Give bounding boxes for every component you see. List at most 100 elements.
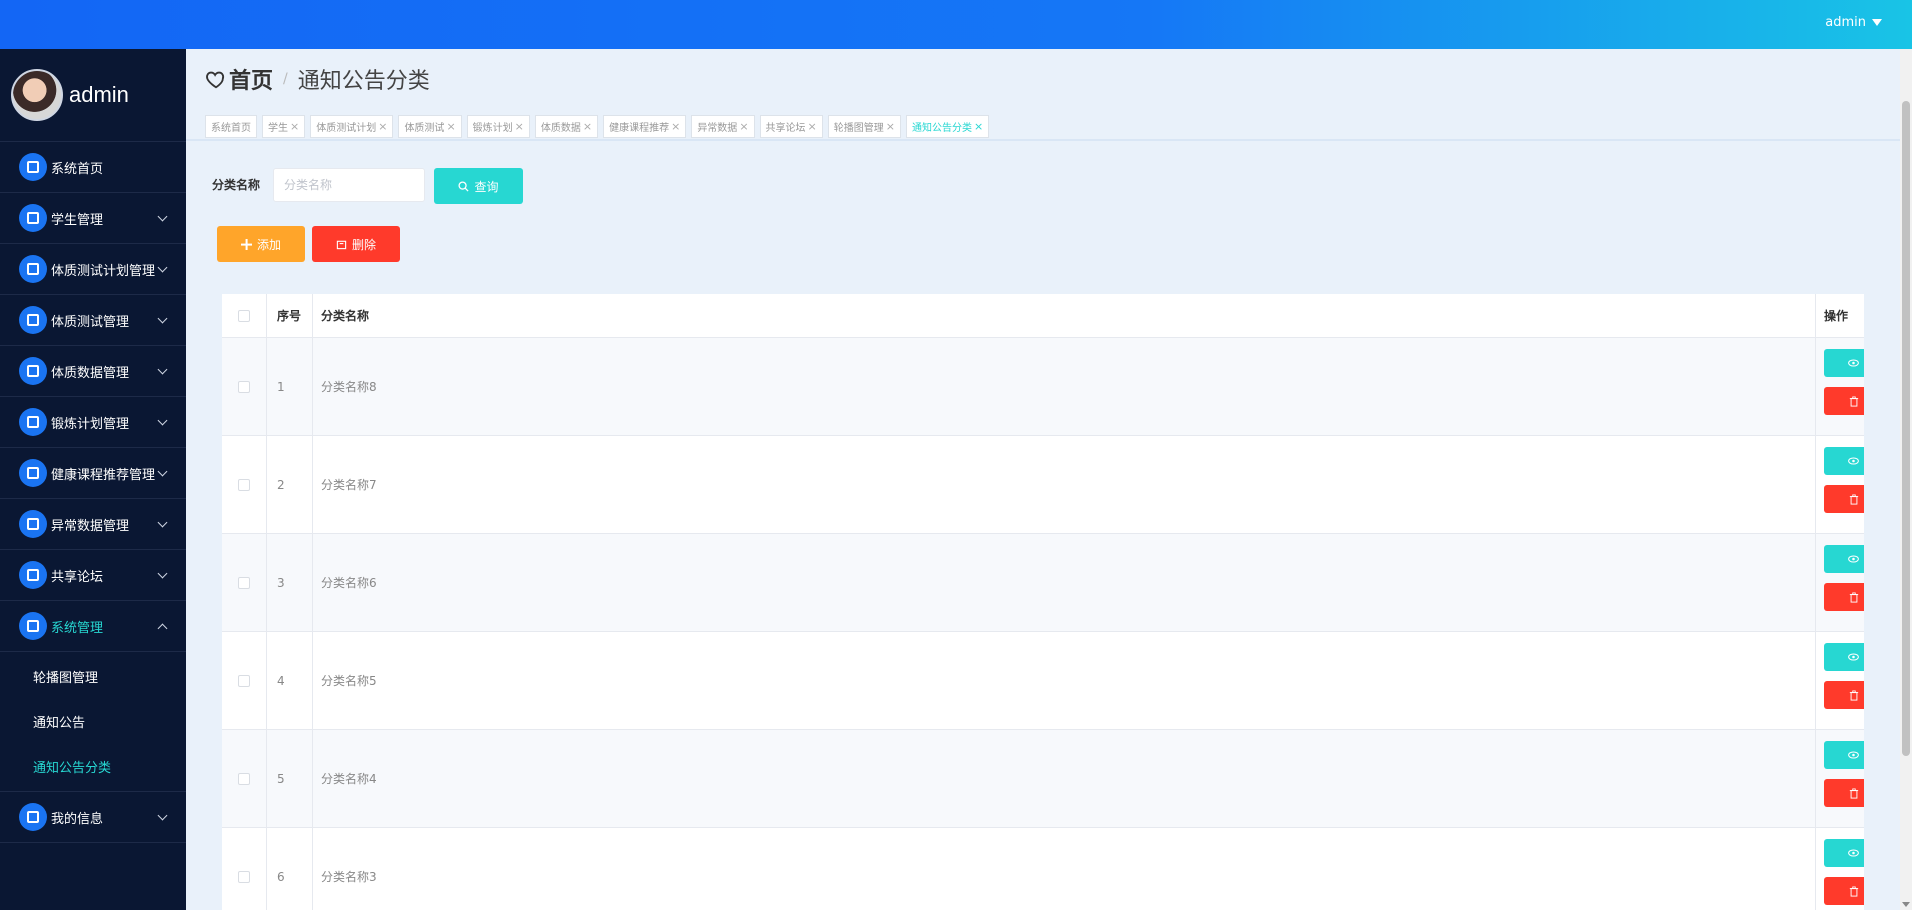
delete-button[interactable]: 删除 — [1824, 583, 1864, 611]
chevron-down-icon — [157, 262, 168, 273]
delete-button[interactable]: 删除 — [1824, 779, 1864, 807]
tab[interactable]: 共享论坛 × — [759, 114, 823, 138]
tab-label: 体质测试计划 — [316, 122, 377, 134]
book-icon — [19, 204, 47, 232]
delete-button[interactable]: 删除 — [1824, 485, 1864, 513]
close-icon[interactable]: × — [886, 120, 895, 133]
tab[interactable]: 体质测试 × — [398, 114, 462, 138]
select-all-checkbox[interactable] — [238, 309, 250, 322]
sidebar-item[interactable]: 健康课程推荐管理 — [0, 448, 186, 499]
sidebar-item[interactable]: 系统管理 — [0, 601, 186, 652]
view-button[interactable]: 查看 — [1824, 349, 1864, 377]
sidebar-item[interactable]: 体质数据管理 — [0, 346, 186, 397]
view-button[interactable]: 查看 — [1824, 545, 1864, 573]
profile-username: admin — [69, 82, 129, 107]
tab[interactable]: 体质数据 × — [534, 114, 599, 138]
close-icon[interactable]: × — [446, 120, 455, 133]
table-row: 1分类名称8查看修改删除 — [222, 338, 1864, 436]
sidebar-item[interactable]: 系统首页 — [0, 142, 186, 193]
scrollbar[interactable] — [1900, 49, 1912, 910]
tab-label: 异常数据 — [697, 122, 738, 134]
tab[interactable]: 锻炼计划 × — [466, 114, 530, 138]
sidebar-item-label: 体质数据管理 — [51, 365, 130, 381]
search-input[interactable] — [273, 168, 425, 202]
row-category-name: 分类名称8 — [313, 338, 1816, 435]
breadcrumb-current: 通知公告分类 — [297, 69, 430, 94]
row-index: 2 — [267, 436, 313, 533]
scroll-down-icon[interactable] — [1902, 902, 1910, 907]
sidebar-item-label: 系统首页 — [51, 161, 104, 177]
tab[interactable]: 学生 × — [262, 114, 306, 138]
row-actions: 查看修改删除 — [1824, 436, 1864, 533]
tab[interactable]: 异常数据 × — [691, 114, 755, 138]
trash-icon — [1849, 494, 1859, 505]
close-icon[interactable]: × — [583, 120, 592, 133]
row-select-cell — [222, 828, 267, 910]
sidebar-item-label: 学生管理 — [51, 212, 104, 228]
sidebar-item-label: 健康课程推荐管理 — [51, 467, 156, 483]
row-checkbox[interactable] — [238, 576, 250, 589]
close-icon[interactable]: × — [671, 120, 680, 133]
tab[interactable]: 系统首页 — [205, 114, 257, 138]
tab[interactable]: 通知公告分类 × — [905, 114, 990, 138]
delete-button[interactable]: 删除 — [1824, 681, 1864, 709]
plus-icon — [240, 238, 252, 250]
tab[interactable]: 体质测试计划 × — [310, 114, 394, 138]
tab[interactable]: 轮播图管理 × — [827, 114, 901, 138]
sidebar-item[interactable]: 我的信息 — [0, 792, 186, 843]
row-checkbox[interactable] — [238, 380, 250, 393]
close-icon[interactable]: × — [808, 120, 817, 133]
scrollbar-thumb[interactable] — [1902, 101, 1910, 756]
trash-icon — [336, 240, 347, 249]
user-menu[interactable]: admin — [1825, 15, 1882, 30]
sidebar-subitem[interactable]: 通知公告 — [0, 699, 186, 744]
sidebar-item-label: 体质测试计划管理 — [51, 263, 156, 279]
delete-button[interactable]: 删除 — [1824, 877, 1864, 905]
batch-delete-button[interactable]: 删除 — [312, 226, 400, 262]
sidebar-item[interactable]: 共享论坛 — [0, 550, 186, 601]
avatar — [11, 69, 63, 121]
query-button[interactable]: 查询 — [434, 168, 523, 204]
sidebar-item[interactable]: 异常数据管理 — [0, 499, 186, 550]
sidebar-item[interactable]: 锻炼计划管理 — [0, 397, 186, 448]
grid-icon — [19, 306, 47, 334]
row-actions: 查看修改删除 — [1824, 534, 1864, 631]
tab-label: 系统首页 — [211, 122, 251, 134]
row-checkbox[interactable] — [238, 674, 250, 687]
table-row: 6分类名称3查看修改删除 — [222, 828, 1864, 910]
close-icon[interactable]: × — [290, 120, 299, 133]
tab[interactable]: 健康课程推荐 × — [603, 114, 687, 138]
chevron-down-icon — [157, 313, 168, 324]
row-select-cell — [222, 338, 267, 435]
close-icon[interactable]: × — [974, 120, 983, 133]
add-button[interactable]: 添加 — [217, 226, 305, 262]
close-icon[interactable]: × — [739, 120, 748, 133]
balloon-icon — [19, 357, 47, 385]
card-icon — [19, 803, 47, 831]
eye-icon — [1848, 457, 1860, 465]
eye-icon — [1848, 751, 1860, 759]
sidebar-item[interactable]: 体质测试管理 — [0, 295, 186, 346]
sidebar-subitem[interactable]: 轮播图管理 — [0, 654, 186, 699]
row-select-cell — [222, 730, 267, 827]
sidebar-subitem[interactable]: 通知公告分类 — [0, 744, 186, 789]
row-checkbox[interactable] — [238, 870, 250, 883]
view-button[interactable]: 查看 — [1824, 643, 1864, 671]
row-checkbox[interactable] — [238, 478, 250, 491]
row-index: 3 — [267, 534, 313, 631]
column-header-name: 分类名称 — [313, 294, 1816, 337]
trash-icon — [1849, 396, 1859, 407]
close-icon[interactable]: × — [515, 120, 524, 133]
close-icon[interactable]: × — [378, 120, 387, 133]
view-button[interactable]: 查看 — [1824, 839, 1864, 867]
sidebar-item[interactable]: 体质测试计划管理 — [0, 244, 186, 295]
row-checkbox[interactable] — [238, 772, 250, 785]
breadcrumb-home[interactable]: 首页 — [229, 63, 273, 95]
sidebar-item-label: 锻炼计划管理 — [51, 416, 130, 432]
view-button[interactable]: 查看 — [1824, 447, 1864, 475]
delete-button[interactable]: 删除 — [1824, 387, 1864, 415]
sidebar-item[interactable]: 学生管理 — [0, 193, 186, 244]
view-button[interactable]: 查看 — [1824, 741, 1864, 769]
eye-icon — [1848, 653, 1860, 661]
row-actions: 查看修改删除 — [1824, 828, 1864, 910]
